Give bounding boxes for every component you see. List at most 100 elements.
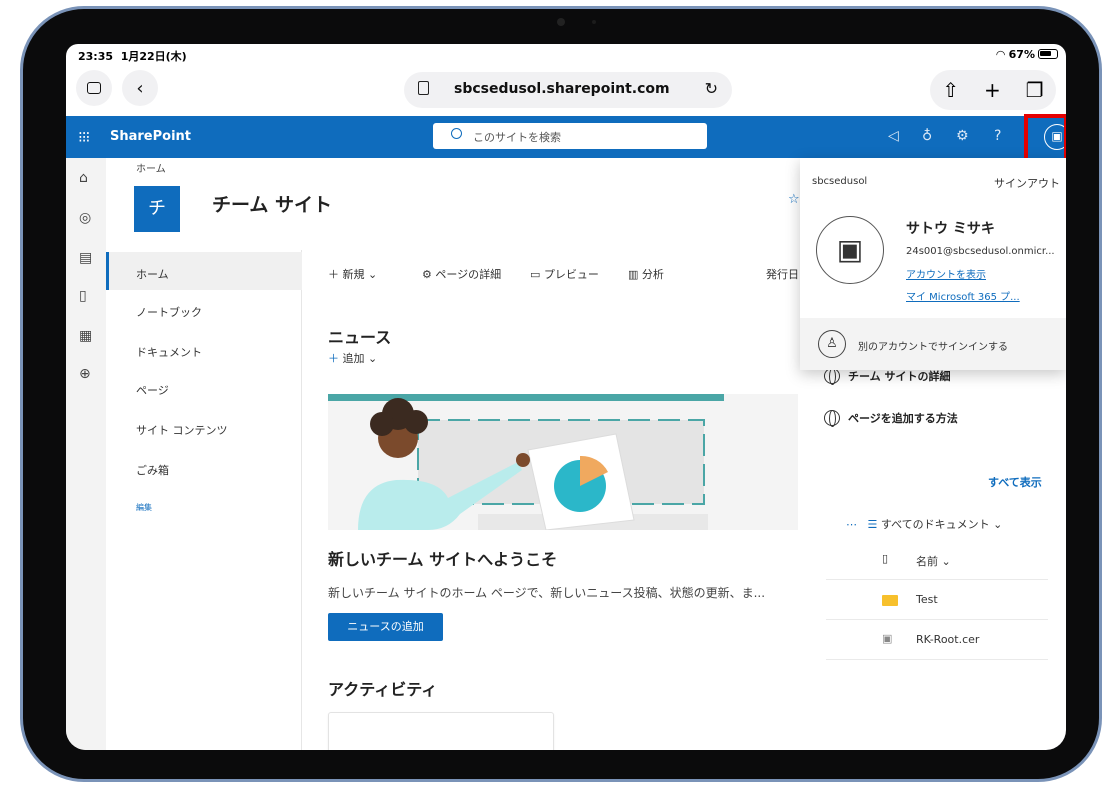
view-account-link[interactable]: アカウントを表示: [906, 266, 986, 281]
page-details-label: ページの詳細: [435, 268, 502, 281]
nav-item-recycle-bin[interactable]: ごみ箱: [136, 462, 169, 478]
file-icon[interactable]: ▯: [79, 288, 87, 304]
add-news-button[interactable]: ニュースの追加: [328, 613, 443, 641]
account-manager-popup: sbcsedusol サインアウト ▣ サトウ ミサキ 24s001@sbcse…: [800, 158, 1066, 370]
show-all-link[interactable]: すべて表示: [988, 474, 1042, 490]
preview-label: プレビュー: [543, 268, 599, 281]
page-details-command[interactable]: ⚙ ページの詳細: [422, 266, 501, 282]
sign-in-other-account[interactable]: ♙ 別のアカウントでサインインする: [800, 318, 1066, 370]
nav-item-notebook[interactable]: ノートブック: [136, 304, 202, 320]
follow-star-icon[interactable]: ☆: [788, 192, 800, 207]
gear-icon: ⚙: [422, 268, 432, 281]
globe-icon: [824, 368, 840, 385]
status-date: 1月22日(木): [120, 50, 187, 63]
table-row[interactable]: ▣ RK-Root.cer: [826, 620, 1048, 660]
globe-icon[interactable]: ◎: [79, 210, 91, 226]
folder-icon: [882, 595, 898, 606]
app-rail: ⌂ ◎ ▤ ▯ ▦ ⊕: [66, 158, 106, 750]
welcome-description: 新しいチーム サイトのホーム ページで、新しいニュース投稿、状態の更新、ま...: [328, 586, 766, 600]
column-name-header[interactable]: 名前 ⌄: [916, 553, 951, 569]
highlight-box: [1024, 114, 1066, 162]
tabs-icon[interactable]: ❐: [1026, 78, 1044, 102]
search-icon: [451, 128, 462, 139]
url-text: sbcsedusol.sharepoint.com: [454, 81, 670, 97]
news-heading: ニュース: [328, 328, 392, 347]
people-icon[interactable]: ♁: [922, 128, 932, 144]
reload-icon[interactable]: ↻: [705, 79, 718, 98]
status-right: ◠ 67%: [996, 48, 1058, 61]
tablet-screen: 23:35 1月22日(木) ◠ 67% ‹ sbcsedusol.sharep…: [66, 44, 1066, 750]
account-email: 24s001@sbcsedusol.onmicr...: [906, 246, 1055, 257]
nav-edit-link[interactable]: 編集: [136, 502, 152, 513]
sign-out-link[interactable]: サインアウト: [994, 175, 1060, 191]
back-button[interactable]: ‹: [122, 70, 158, 106]
status-clock: 23:35: [78, 50, 114, 63]
share-icon[interactable]: ⇧: [942, 78, 959, 102]
badge-icon: ▣: [836, 233, 864, 266]
site-logo: チ: [134, 186, 180, 232]
preview-command[interactable]: ▭ プレビュー: [530, 266, 599, 282]
feedback-icon[interactable]: ◁: [888, 128, 899, 144]
nav-item-documents[interactable]: ドキュメント: [136, 344, 202, 360]
quick-link-add-page[interactable]: ページを追加する方法: [824, 410, 958, 427]
analytics-command[interactable]: ▥ 分析: [628, 266, 664, 282]
suite-bar: ⁝⁝⁝ SharePoint このサイトを検索 ◁ ♁ ⚙ ?: [66, 116, 1066, 158]
chevron-down-icon: ⌄: [368, 268, 378, 281]
file-type-icon: ▯: [882, 552, 889, 565]
site-title: チーム サイト: [212, 194, 333, 216]
my-m365-profile-link[interactable]: マイ Microsoft 365 プ...: [906, 288, 1020, 303]
sidebar-icon: [87, 82, 101, 94]
more-icon[interactable]: ⋯: [846, 518, 857, 531]
new-command[interactable]: ＋ 新規 ⌄: [328, 266, 377, 282]
chevron-down-icon[interactable]: ⌄: [993, 518, 1002, 531]
news-hero-image[interactable]: [328, 394, 798, 530]
quick-link-learn-more[interactable]: チーム サイトの詳細: [824, 368, 951, 385]
hero-illustration: [328, 394, 798, 530]
library-header-row: ▯ 名前 ⌄: [826, 540, 1048, 580]
home-icon[interactable]: ⌂: [79, 170, 88, 186]
address-bar[interactable]: sbcsedusol.sharepoint.com ↻: [404, 72, 732, 108]
battery-icon: [1038, 49, 1058, 59]
status-time: 23:35 1月22日(木): [78, 48, 187, 64]
quick-link-label: ページを追加する方法: [848, 412, 958, 425]
search-placeholder: このサイトを検索: [473, 131, 561, 144]
library-view-bar: ⋯ ☰ すべてのドキュメント ⌄: [846, 516, 1002, 532]
nav-item-pages[interactable]: ページ: [136, 382, 169, 398]
plus-icon: ＋: [328, 352, 339, 365]
document-name[interactable]: RK-Root.cer: [916, 633, 979, 646]
activity-card[interactable]: [328, 712, 554, 750]
table-row[interactable]: Test: [826, 580, 1048, 620]
add-news-link[interactable]: ＋ 追加 ⌄: [328, 350, 377, 366]
status-bar: 23:35 1月22日(木) ◠ 67%: [66, 44, 1066, 64]
add-icon[interactable]: ⊕: [79, 366, 91, 382]
new-label: 新規: [342, 268, 365, 281]
nav-item-site-contents[interactable]: サイト コンテンツ: [136, 422, 228, 438]
site-navigation: ホーム ノートブック ドキュメント ページ サイト コンテンツ ごみ箱 編集: [106, 250, 302, 750]
lists-icon[interactable]: ▦: [79, 328, 92, 344]
site-search-box[interactable]: このサイトを検索: [433, 123, 707, 149]
view-selector[interactable]: すべてのドキュメント: [881, 518, 990, 531]
publish-date: 発行日: [766, 268, 799, 281]
help-icon[interactable]: ?: [994, 128, 1001, 144]
account-display-name: サトウ ミサキ: [906, 221, 995, 237]
activity-heading: アクティビティ: [328, 680, 438, 699]
chevron-left-icon: ‹: [136, 77, 144, 99]
welcome-heading[interactable]: 新しいチーム サイトへようこそ: [328, 546, 557, 570]
sidebar-toggle-button[interactable]: [76, 70, 112, 106]
gear-icon[interactable]: ⚙: [956, 128, 969, 144]
add-news-label: 追加: [342, 352, 365, 365]
account-avatar: ▣: [816, 216, 884, 284]
nav-item-home[interactable]: ホーム: [136, 266, 169, 282]
news-icon[interactable]: ▤: [79, 250, 92, 266]
column-name-label: 名前: [916, 555, 938, 568]
chevron-down-icon: ⌄: [368, 352, 378, 365]
globe-icon: [824, 410, 840, 427]
page-menu-icon[interactable]: [418, 81, 429, 95]
wifi-icon: ◠: [996, 48, 1005, 61]
document-name[interactable]: Test: [916, 593, 938, 606]
new-tab-icon[interactable]: +: [984, 78, 1001, 102]
app-launcher-icon[interactable]: ⁝⁝⁝: [78, 128, 90, 146]
browser-actions: ⇧ + ❐: [930, 70, 1056, 110]
app-name[interactable]: SharePoint: [110, 129, 191, 144]
breadcrumb[interactable]: ホーム: [136, 160, 166, 175]
